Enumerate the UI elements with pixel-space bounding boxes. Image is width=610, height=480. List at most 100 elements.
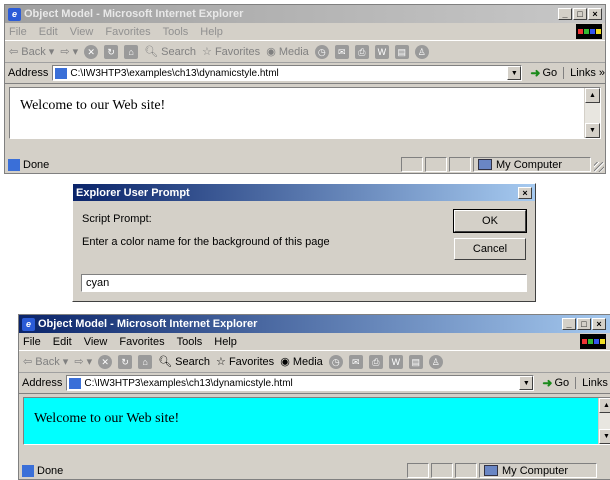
page-content: Welcome to our Web site! ▲ ▼ [9, 87, 601, 139]
minimize-button[interactable]: _ [558, 8, 572, 20]
status-bar: Done My Computer [19, 462, 610, 479]
ie-window-after: e Object Model - Microsoft Internet Expl… [18, 314, 610, 480]
title-bar[interactable]: e Object Model - Microsoft Internet Expl… [19, 315, 610, 333]
scroll-up-icon[interactable]: ▲ [585, 88, 600, 103]
menu-tools[interactable]: Tools [177, 336, 203, 348]
address-label: Address [8, 67, 49, 79]
resize-grip[interactable] [594, 162, 604, 172]
address-dropdown-button[interactable]: ▼ [507, 66, 522, 80]
ie-icon: e [8, 7, 21, 21]
discuss-icon[interactable]: ▤ [408, 354, 423, 369]
media-button[interactable]: ◉ Media [266, 45, 309, 58]
status-pane [449, 157, 471, 172]
forward-button[interactable]: ⇨ ▾ [74, 355, 92, 368]
prompt-message: Enter a color name for the background of… [82, 236, 330, 248]
address-bar: Address C:\IW3HTP3\examples\ch13\dynamic… [19, 373, 610, 394]
menu-view[interactable]: View [84, 336, 108, 348]
address-url: C:\IW3HTP3\examples\ch13\dynamicstyle.ht… [84, 377, 293, 389]
welcome-text: Welcome to our Web site! [34, 411, 180, 426]
maximize-button[interactable]: □ [573, 8, 587, 20]
home-icon[interactable]: ⌂ [138, 354, 153, 369]
done-page-icon [22, 464, 34, 477]
scroll-down-icon[interactable]: ▼ [585, 123, 600, 138]
links-button[interactable]: Links » [563, 67, 605, 79]
cancel-button[interactable]: Cancel [454, 238, 526, 260]
menu-edit[interactable]: Edit [39, 26, 58, 38]
status-pane [401, 157, 423, 172]
dialog-title: Explorer User Prompt [76, 186, 190, 199]
menu-help[interactable]: Help [200, 26, 223, 38]
title-bar[interactable]: e Object Model - Microsoft Internet Expl… [5, 5, 605, 23]
back-button[interactable]: ⇦ Back ▾ [23, 355, 68, 368]
close-button[interactable]: × [592, 318, 606, 330]
menu-favorites[interactable]: Favorites [119, 336, 164, 348]
windows-logo-icon [580, 334, 606, 349]
address-label: Address [22, 377, 63, 389]
zone-pane: My Computer [473, 157, 591, 172]
mail-icon[interactable]: ✉ [348, 354, 363, 369]
print-icon[interactable]: ⎙ [354, 44, 369, 59]
go-arrow-icon: ➜ [530, 66, 541, 80]
zone-text: My Computer [502, 464, 569, 477]
messenger-icon[interactable]: ♙ [414, 44, 429, 59]
ok-button[interactable]: OK [453, 209, 527, 233]
search-button[interactable]: 🔍︎ Search [158, 355, 210, 368]
discuss-icon[interactable]: ▤ [394, 44, 409, 59]
favorites-button[interactable]: ☆ Favorites [202, 45, 260, 58]
address-dropdown-button[interactable]: ▼ [519, 376, 534, 390]
vertical-scrollbar[interactable]: ▲ ▼ [584, 88, 600, 138]
menu-edit[interactable]: Edit [53, 336, 72, 348]
dialog-title-bar[interactable]: Explorer User Prompt × [73, 184, 535, 201]
scroll-up-icon[interactable]: ▲ [599, 398, 610, 413]
standard-toolbar: ⇦ Back ▾ ⇨ ▾ ✕ ↻ ⌂ 🔍︎ Search ☆ Favorites… [19, 351, 610, 373]
edit-icon[interactable]: W [388, 354, 403, 369]
mail-icon[interactable]: ✉ [334, 44, 349, 59]
status-text: Done [23, 158, 50, 171]
favorites-button[interactable]: ☆ Favorites [216, 355, 274, 368]
menu-file[interactable]: File [23, 336, 41, 348]
vertical-scrollbar[interactable]: ▲ ▼ [598, 398, 610, 444]
menu-file[interactable]: File [9, 26, 27, 38]
menu-tools[interactable]: Tools [163, 26, 189, 38]
go-button[interactable]: ➜ Go [542, 376, 569, 390]
script-prompt-label: Script Prompt: [82, 213, 152, 225]
messenger-icon[interactable]: ♙ [428, 354, 443, 369]
menu-help[interactable]: Help [214, 336, 237, 348]
dialog-close-button[interactable]: × [518, 186, 532, 199]
print-icon[interactable]: ⎙ [368, 354, 383, 369]
welcome-text: Welcome to our Web site! [20, 98, 166, 113]
address-url: C:\IW3HTP3\examples\ch13\dynamicstyle.ht… [70, 67, 279, 79]
maximize-button[interactable]: □ [577, 318, 591, 330]
stop-icon[interactable]: ✕ [84, 44, 99, 59]
back-button[interactable]: ⇦ Back ▾ [9, 45, 54, 58]
address-input[interactable]: C:\IW3HTP3\examples\ch13\dynamicstyle.ht… [66, 375, 535, 391]
minimize-button[interactable]: _ [562, 318, 576, 330]
address-input[interactable]: C:\IW3HTP3\examples\ch13\dynamicstyle.ht… [52, 65, 523, 81]
ie-window-before: e Object Model - Microsoft Internet Expl… [4, 4, 606, 174]
refresh-icon[interactable]: ↻ [118, 354, 133, 369]
menu-favorites[interactable]: Favorites [105, 26, 150, 38]
stop-icon[interactable]: ✕ [98, 354, 113, 369]
window-title: Object Model - Microsoft Internet Explor… [24, 8, 244, 20]
prompt-input[interactable]: cyan [81, 274, 527, 292]
status-pane [431, 463, 453, 478]
close-button[interactable]: × [588, 8, 602, 20]
search-button[interactable]: 🔍︎ Search [144, 45, 196, 58]
links-button[interactable]: Links » [575, 377, 610, 389]
history-icon[interactable]: ◷ [328, 354, 343, 369]
home-icon[interactable]: ⌂ [124, 44, 139, 59]
history-icon[interactable]: ◷ [314, 44, 329, 59]
media-button[interactable]: ◉ Media [280, 355, 323, 368]
menu-view[interactable]: View [70, 26, 94, 38]
edit-icon[interactable]: W [374, 44, 389, 59]
go-arrow-icon: ➜ [542, 376, 553, 390]
page-icon [55, 67, 68, 79]
refresh-icon[interactable]: ↻ [104, 44, 119, 59]
explorer-user-prompt-dialog: Explorer User Prompt × Script Prompt: En… [72, 183, 536, 302]
my-computer-icon [484, 465, 498, 476]
forward-button[interactable]: ⇨ ▾ [60, 45, 78, 58]
scroll-down-icon[interactable]: ▼ [599, 429, 610, 444]
window-title: Object Model - Microsoft Internet Explor… [38, 318, 258, 330]
menu-bar: File Edit View Favorites Tools Help [19, 333, 610, 351]
go-button[interactable]: ➜ Go [530, 66, 557, 80]
